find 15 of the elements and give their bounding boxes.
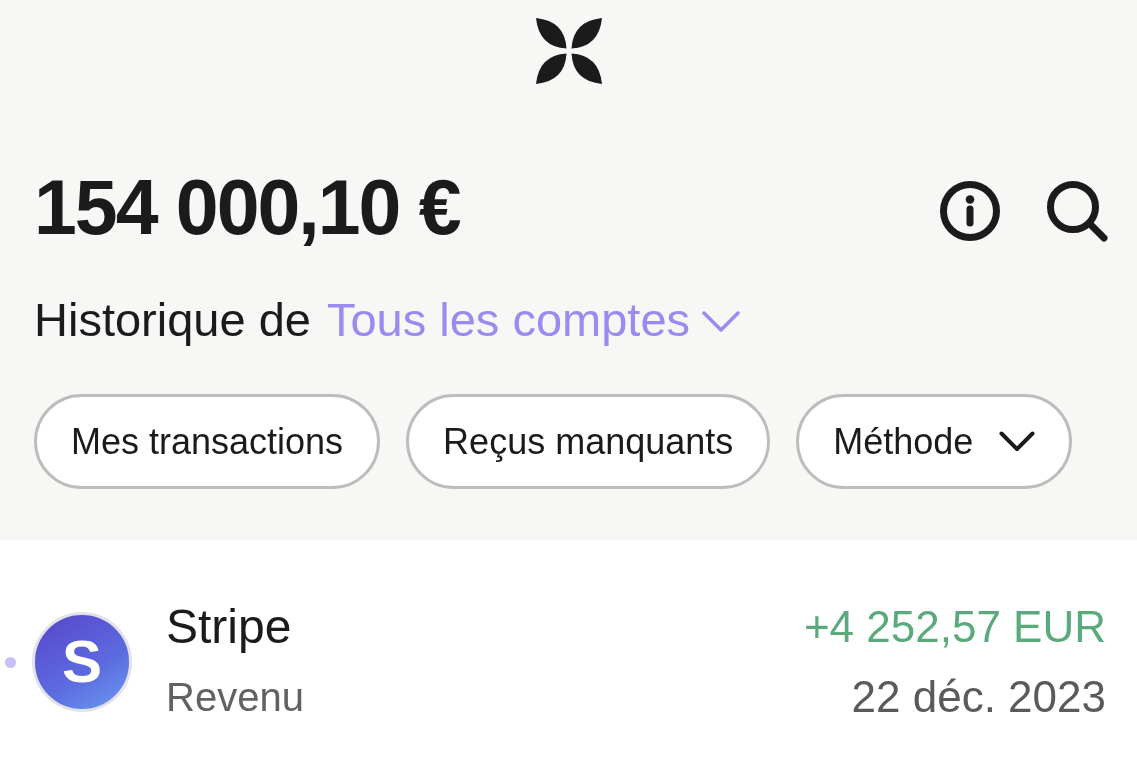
filter-chip[interactable]: Reçus manquants — [406, 394, 771, 489]
transaction-date: 22 déc. 2023 — [851, 672, 1106, 722]
dropdown-chip[interactable]: Méthode — [796, 394, 1073, 489]
chevron-down-icon — [999, 431, 1036, 452]
balance-amount: 154 000,10 € — [34, 163, 460, 252]
petal-logo-icon — [535, 18, 602, 84]
transaction-category: Revenu — [166, 674, 304, 721]
transaction-amount: +4 252,57 EUR — [803, 602, 1106, 652]
history-label: Historique de — [34, 292, 311, 348]
info-icon[interactable] — [940, 181, 1000, 241]
chevron-down-icon — [702, 311, 741, 333]
merchant-logo: S — [32, 612, 132, 712]
filter-chip[interactable]: Mes transactions — [34, 394, 381, 489]
merchant-name: Stripe — [166, 602, 293, 652]
search-icon[interactable] — [1047, 180, 1108, 242]
